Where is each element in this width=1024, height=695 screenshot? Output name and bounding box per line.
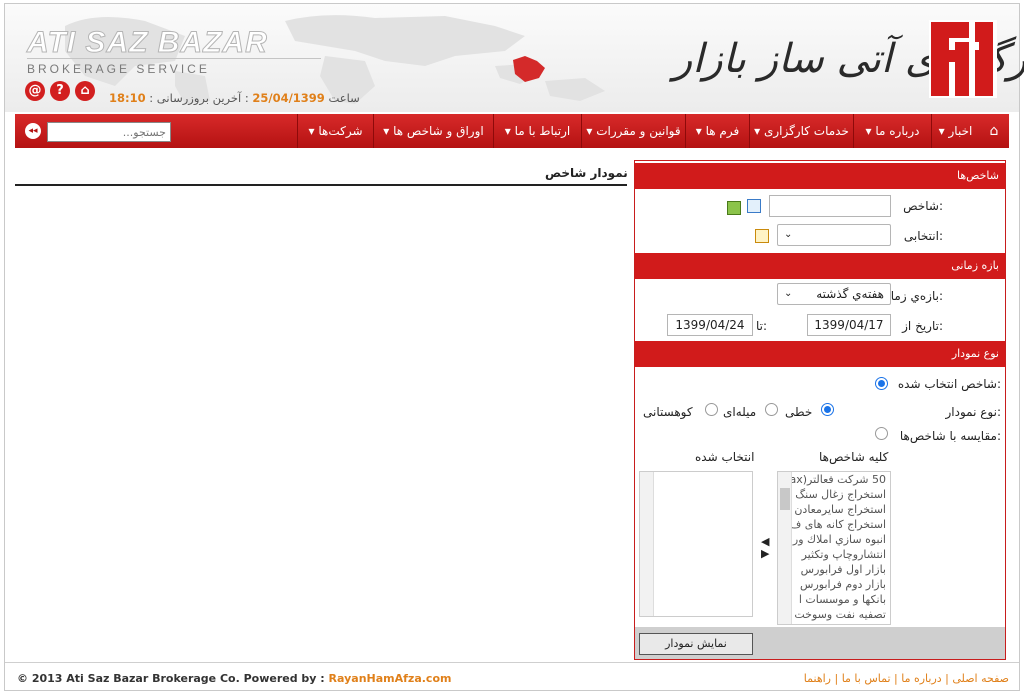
add-index-icon[interactable] bbox=[727, 201, 741, 215]
header: ATI SAZ BAZAR BROKERAGE SERVICE @ ? ⌂ 18… bbox=[5, 4, 1024, 112]
move-left-icon[interactable]: ▶ bbox=[761, 547, 769, 560]
show-chart-button[interactable]: نمایش نمودار bbox=[639, 633, 753, 655]
list-item[interactable]: تصفيه نفت وسوخت bbox=[778, 607, 890, 622]
update-label: : آخرین بروزرسانی bbox=[156, 91, 253, 105]
chart-area bbox=[15, 188, 627, 658]
list-scrollbar[interactable] bbox=[778, 472, 792, 624]
list-item[interactable]: بانكها و موسسات ا bbox=[778, 592, 890, 607]
nav-forms[interactable]: فرم ها ▾ bbox=[685, 114, 749, 148]
selected-dropdown[interactable]: ⌄ bbox=[777, 224, 891, 246]
index-label: شاخص: bbox=[903, 199, 943, 213]
range-dropdown[interactable]: هفته‌ي گذشته ⌄ bbox=[777, 283, 891, 305]
footer-links[interactable]: صفحه اصلی | درباره ما | تماس با ما | راه… bbox=[804, 672, 1009, 685]
powered-by-link[interactable]: RayanHamAfza.com bbox=[329, 672, 452, 685]
nav-contact[interactable]: ارتباط با ما ▾ bbox=[493, 114, 581, 148]
from-label: تاریخ از: bbox=[902, 319, 943, 333]
footer-copyright: © 2013 Ati Saz Bazar Brokerage Co. Power… bbox=[17, 672, 452, 685]
home-icon[interactable]: ⌂ bbox=[75, 81, 95, 101]
email-icon[interactable]: @ bbox=[25, 81, 45, 101]
index-input[interactable] bbox=[769, 195, 891, 217]
brand-divider bbox=[27, 58, 321, 59]
chart-type-bar-radio[interactable] bbox=[765, 403, 778, 416]
chart-type-area-label: کوهستانی bbox=[643, 405, 693, 419]
chosen-indices-list[interactable] bbox=[639, 471, 753, 617]
nav-services[interactable]: خدمات کارگزاری ▾ bbox=[749, 114, 853, 148]
chart-type-bar-label: میله‌ای bbox=[723, 405, 757, 419]
chart-type-area-radio[interactable] bbox=[705, 403, 718, 416]
nav-news[interactable]: اخبار ▾ bbox=[931, 114, 979, 148]
search-button-icon[interactable]: ◂◂ bbox=[25, 123, 41, 139]
chart-type-line-radio[interactable] bbox=[821, 403, 834, 416]
list-item[interactable]: 50 شرکت فعالتر(ax bbox=[778, 472, 890, 487]
list-scrollbar[interactable] bbox=[640, 472, 654, 616]
section-range-header: بازه زمانی bbox=[635, 253, 1005, 279]
list-item[interactable]: استخراج سایرمعادن bbox=[778, 502, 890, 517]
chart-type-line-label: خطی bbox=[785, 405, 813, 419]
section-chart-type-header: نوع نمودار bbox=[635, 341, 1005, 367]
all-indices-label: کلیه شاخص‌ها bbox=[819, 450, 889, 464]
section-indices-header: شاخص‌ها bbox=[635, 163, 1005, 189]
nav-securities[interactable]: اوراق و شاخص ها ▾ bbox=[373, 114, 493, 148]
nav-rules[interactable]: قوانین و مقررات ▾ bbox=[581, 114, 685, 148]
selected-index-label: شاخص انتخاب شده: bbox=[897, 377, 1001, 391]
select-index-icon[interactable] bbox=[747, 199, 761, 213]
footer-divider bbox=[5, 662, 1019, 663]
list-item[interactable]: استخراج کانه های ف bbox=[778, 517, 890, 532]
help-icon[interactable]: ? bbox=[50, 81, 70, 101]
page-frame: ATI SAZ BAZAR BROKERAGE SERVICE @ ? ⌂ 18… bbox=[4, 3, 1024, 691]
nav-companies[interactable]: شرکت‌ها ▾ bbox=[297, 114, 373, 148]
update-date: 25/04/1399 bbox=[252, 91, 325, 105]
update-time: 18:10 bbox=[109, 91, 146, 105]
chart-title: نمودار شاخص bbox=[545, 166, 628, 180]
compare-radio[interactable] bbox=[875, 427, 888, 440]
search-input[interactable] bbox=[47, 122, 171, 142]
list-item[interactable]: استخراج زغال سنگ bbox=[778, 487, 890, 502]
to-date-input[interactable]: 1399/04/24 bbox=[667, 314, 753, 336]
to-label: تا: bbox=[755, 319, 767, 333]
chart-title-underline bbox=[15, 184, 627, 186]
last-update: 18:10 : ساعت 25/04/1399 : آخرین بروزرسان… bbox=[109, 91, 360, 105]
company-logo bbox=[929, 20, 997, 98]
list-item[interactable]: بازار اول فرابورس bbox=[778, 562, 890, 577]
brand-en: ATI SAZ BAZAR bbox=[27, 26, 268, 60]
from-date-input[interactable]: 1399/04/17 bbox=[807, 314, 891, 336]
main-nav: ⌂ اخبار ▾ درباره ما ▾ خدمات کارگزاری ▾ ف… bbox=[15, 114, 1009, 148]
chosen-indices-label: انتخاب شده bbox=[695, 450, 755, 464]
compare-label: مقایسه با شاخص‌ها: bbox=[899, 429, 1001, 443]
brand-subtitle: BROKERAGE SERVICE bbox=[27, 62, 210, 76]
nav-home-icon[interactable]: ⌂ bbox=[979, 114, 1009, 148]
selected-index-radio[interactable] bbox=[875, 377, 888, 390]
chart-type-label: نوع نمودار: bbox=[945, 405, 1001, 419]
list-item[interactable]: انبوه سازي املاك ور bbox=[778, 532, 890, 547]
list-item[interactable]: انتشاروچاپ وتكثير bbox=[778, 547, 890, 562]
edit-icon[interactable] bbox=[755, 229, 769, 243]
list-item[interactable]: بازار دوم فرابورس bbox=[778, 577, 890, 592]
selected-label: انتخابی: bbox=[903, 229, 943, 243]
settings-panel: شاخص‌ها شاخص: انتخابی: ⌄ بازه زمانی بازه… bbox=[634, 160, 1006, 660]
all-indices-list[interactable]: 50 شرکت فعالتر(ax استخراج زغال سنگ استخراج… bbox=[777, 471, 891, 625]
nav-about[interactable]: درباره ما ▾ bbox=[853, 114, 931, 148]
